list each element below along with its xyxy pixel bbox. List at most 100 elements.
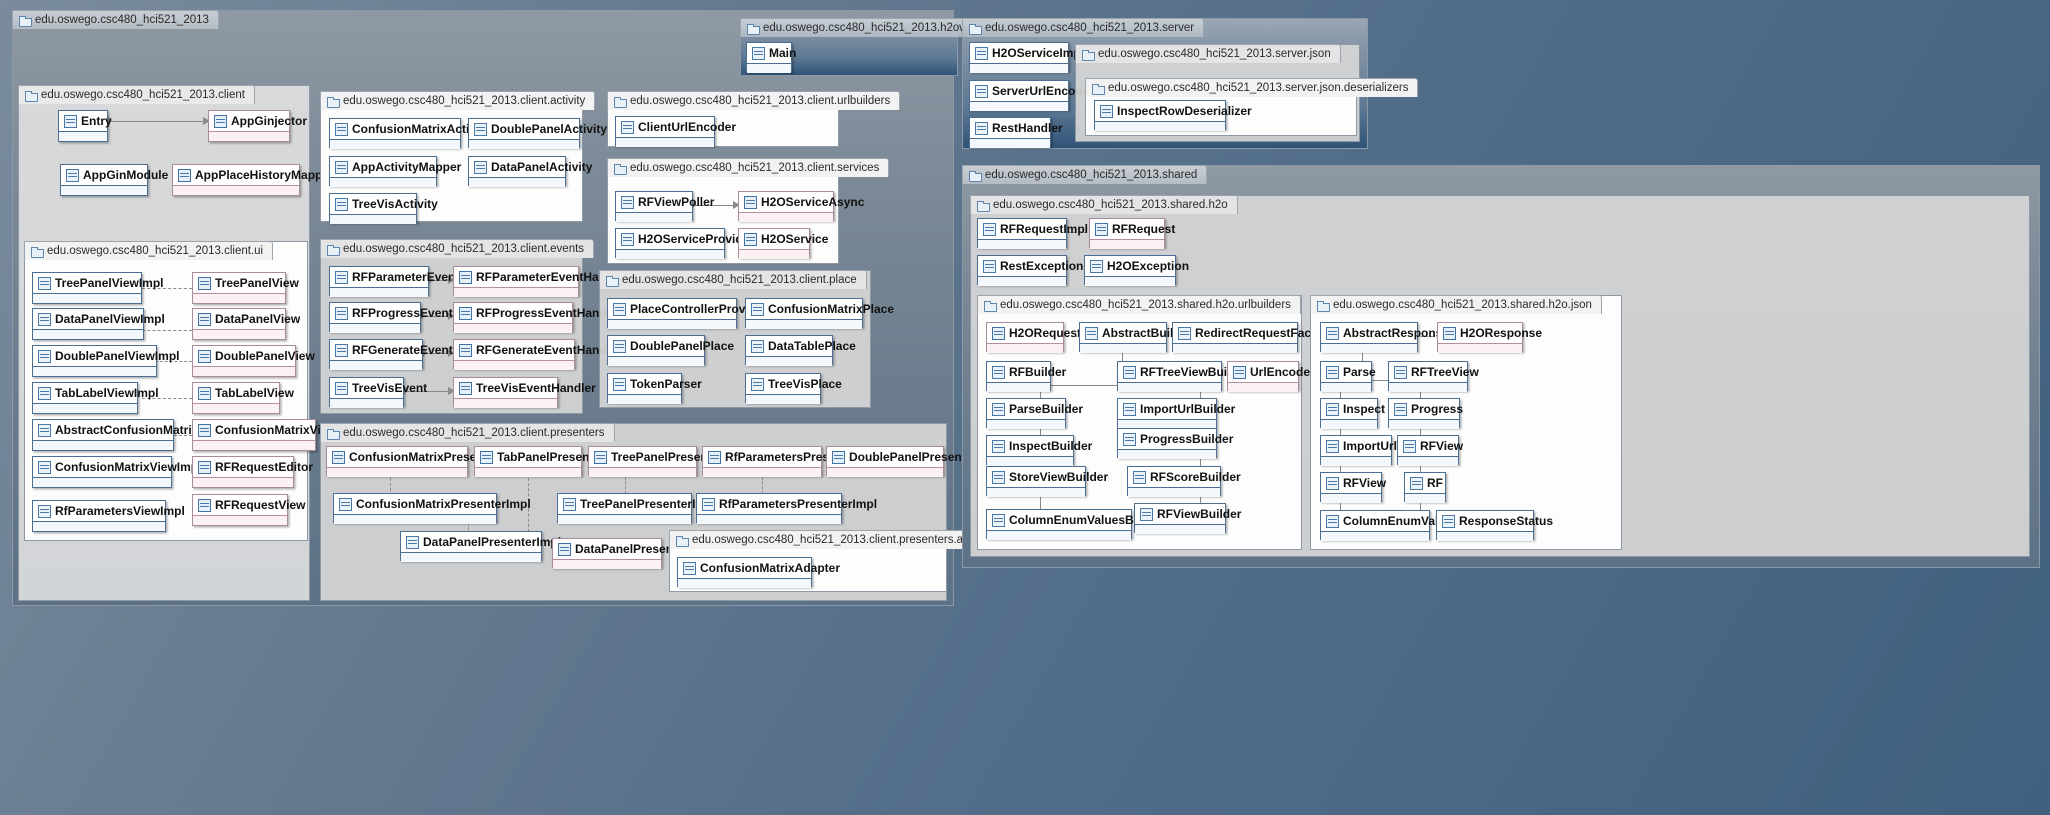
class-datapanelpresenterimpl[interactable]: DataPanelPresenterImpl <box>400 531 561 562</box>
class-name: RF <box>1427 476 1443 490</box>
class-datapanelviewimpl[interactable]: DataPanelViewImpl <box>32 308 165 340</box>
class-columnenumvaluesbuilder[interactable]: ColumnEnumValuesBuilder <box>986 509 1166 540</box>
interface-rfrequesteditor[interactable]: RFRequestEditor <box>192 456 313 488</box>
interface-h2orequest[interactable]: H2ORequest <box>986 322 1081 353</box>
interface-treepanelpresenter[interactable]: TreePanelPresenter <box>588 446 723 477</box>
class-redirectrequestfactory[interactable]: RedirectRequestFactory <box>1172 322 1334 353</box>
class-placecontrollerprovider[interactable]: PlaceControllerProvider <box>607 298 767 329</box>
class-columnenumvalues[interactable]: ColumnEnumValues <box>1320 510 1459 541</box>
class-h2oserviceimpl[interactable]: H2OServiceImpl <box>969 42 1084 73</box>
interface-confusionmatrixpresenter[interactable]: ConfusionMatrixPresenter <box>326 446 499 477</box>
class-treevisactivity[interactable]: TreeVisActivity <box>329 193 438 224</box>
class-importurl[interactable]: ImportUrl <box>1320 435 1397 466</box>
class-resthandler[interactable]: RestHandler <box>969 117 1063 148</box>
class-rfviewpoller[interactable]: RFViewPoller <box>615 191 714 222</box>
package-root-label: edu.oswego.csc480_hci521_2013 <box>35 13 209 26</box>
interface-h2oservice[interactable]: H2OService <box>738 228 828 259</box>
class-progress[interactable]: Progress <box>1388 398 1463 429</box>
class-main[interactable]: Main <box>746 42 796 73</box>
class-abstractresponse[interactable]: AbstractResponse <box>1320 322 1449 353</box>
interface-appplacehistorymapper[interactable]: AppPlaceHistoryMapper <box>172 164 334 196</box>
class-appginmodule[interactable]: AppGinModule <box>60 164 168 196</box>
interface-h2oresponse[interactable]: H2OResponse <box>1437 322 1542 353</box>
class-rftreeviewbuilder[interactable]: RFTreeViewBuilder <box>1117 361 1249 392</box>
class-rfparametersviewimpl[interactable]: RfParametersViewImpl <box>32 500 185 532</box>
class-header: RFView <box>1398 436 1463 456</box>
class-treevisevent[interactable]: TreeVisEvent <box>329 377 427 408</box>
interface-doublepanelview[interactable]: DoublePanelView <box>192 345 315 377</box>
class-confusionmatrixadapter[interactable]: ConfusionMatrixAdapter <box>677 557 840 588</box>
folder-icon <box>1082 49 1095 61</box>
class-tablabelviewimpl[interactable]: TabLabelViewImpl <box>32 382 159 414</box>
package-server-tab: edu.oswego.csc480_hci521_2013.server <box>962 18 1205 37</box>
class-clienturlencoder[interactable]: ClientUrlEncoder <box>615 116 736 147</box>
class-abstractconfusionmatrix[interactable]: AbstractConfusionMatrix <box>32 419 198 451</box>
class-confusionmatrixviewimpl[interactable]: ConfusionMatrixViewImpl <box>32 456 201 488</box>
class-rfgenerateevent[interactable]: RFGenerateEvent <box>329 339 453 370</box>
class-rfviewbuilder[interactable]: RFViewBuilder <box>1134 503 1241 534</box>
class-restexception[interactable]: RestException <box>977 255 1083 286</box>
class-inspectbuilder[interactable]: InspectBuilder <box>986 435 1092 466</box>
class-icon <box>752 46 765 60</box>
class-treepanelpresenterimpl[interactable]: TreePanelPresenterImpl <box>557 493 717 524</box>
interface-icon <box>594 450 607 464</box>
class-tokenparser[interactable]: TokenParser <box>607 373 702 404</box>
class-datatableplace[interactable]: DataTablePlace <box>745 335 856 366</box>
interface-treepanelview[interactable]: TreePanelView <box>192 272 299 304</box>
uml-diagram-canvas: edu.oswego.csc480_hci521_2013 edu.oswego… <box>0 0 2050 815</box>
class-rf[interactable]: RF <box>1404 472 1446 503</box>
class-h2oserviceprovider[interactable]: H2OServiceProvider <box>615 228 754 259</box>
class-serverurlencoder[interactable]: ServerUrlEncoder <box>969 80 1094 111</box>
class-responsestatus[interactable]: ResponseStatus <box>1436 510 1553 541</box>
class-entry[interactable]: Entry <box>58 110 112 142</box>
class-confusionmatrixpresenterimpl[interactable]: ConfusionMatrixPresenterImpl <box>333 493 531 524</box>
class-h2oexception[interactable]: H2OException <box>1084 255 1189 286</box>
interface-h2oserviceasync[interactable]: H2OServiceAsync <box>738 191 864 222</box>
class-rfprogressevent[interactable]: RFProgressEvent <box>329 302 453 333</box>
class-rfbuilder[interactable]: RFBuilder <box>986 361 1066 392</box>
class-appactivitymapper[interactable]: AppActivityMapper <box>329 156 461 187</box>
interface-rfparametereventhandler[interactable]: RFParameterEventHandler <box>453 266 628 297</box>
class-inspectrowdeserializer[interactable]: InspectRowDeserializer <box>1094 100 1252 131</box>
interface-rfparameterspresenter[interactable]: RfParametersPresenter <box>702 446 858 477</box>
class-treepanelviewimpl[interactable]: TreePanelViewImpl <box>32 272 164 304</box>
class-parsebuilder[interactable]: ParseBuilder <box>986 398 1083 429</box>
interface-datapanelview[interactable]: DataPanelView <box>192 308 300 340</box>
interface-tablabelview[interactable]: TabLabelView <box>192 382 294 414</box>
interface-rfrequest[interactable]: RFRequest <box>1089 218 1175 249</box>
class-confusionmatrixactivity[interactable]: ConfusionMatrixActivity <box>329 118 490 149</box>
interface-confusionmatrixview[interactable]: ConfusionMatrixView <box>192 419 337 451</box>
class-treevisplace[interactable]: TreeVisPlace <box>745 373 842 404</box>
package-shared-h2o-tab: edu.oswego.csc480_hci521_2013.shared.h2o <box>970 195 1238 214</box>
class-doublepanelviewimpl[interactable]: DoublePanelViewImpl <box>32 345 179 377</box>
interface-appginjector[interactable]: AppGinjector <box>208 110 307 142</box>
interface-rfgenerateeventhandler[interactable]: RFGenerateEventHandler <box>453 339 621 370</box>
interface-tabpanelpresenter[interactable]: TabPanelPresenter <box>474 446 605 477</box>
interface-rfprogresseventhandler[interactable]: RFProgressEventHandler <box>453 302 621 333</box>
class-doublepanelplace[interactable]: DoublePanelPlace <box>607 335 734 366</box>
interface-doublepanelpresenter[interactable]: DoublePanelPresenter <box>826 446 977 477</box>
class-inspect[interactable]: Inspect <box>1320 398 1385 429</box>
interface-icon <box>178 168 191 182</box>
class-rfscorebuilder[interactable]: RFScoreBuilder <box>1127 466 1241 497</box>
class-rfrequestimpl[interactable]: RFRequestImpl <box>977 218 1088 249</box>
interface-urlencoder[interactable]: UrlEncoder <box>1227 361 1315 392</box>
class-rfview[interactable]: RFView <box>1397 435 1463 466</box>
class-confusionmatrixplace[interactable]: ConfusionMatrixPlace <box>745 298 894 329</box>
interface-rfrequestview[interactable]: RFRequestView <box>192 494 305 526</box>
class-rfparameterevent[interactable]: RFParameterEvent <box>329 266 459 297</box>
class-parse[interactable]: Parse <box>1320 361 1376 392</box>
compartment <box>978 240 1066 249</box>
class-icon <box>38 423 51 437</box>
class-abstractbuilder[interactable]: AbstractBuilder <box>1079 322 1192 353</box>
class-doublepanelactivity[interactable]: DoublePanelActivity <box>468 118 607 149</box>
class-progressbuilder[interactable]: ProgressBuilder <box>1117 428 1233 459</box>
class-datapanelactivity[interactable]: DataPanelActivity <box>468 156 592 187</box>
class-storeviewbuilder[interactable]: StoreViewBuilder <box>986 466 1108 497</box>
interface-datapanelpresenter[interactable]: DataPanelPresenter <box>552 538 688 569</box>
class-importurlbuilder[interactable]: ImportUrlBuilder <box>1117 398 1235 429</box>
class-rftreeview[interactable]: RFTreeView <box>1388 361 1479 392</box>
class-rfview2[interactable]: RFView <box>1320 472 1386 503</box>
class-rfparameterspresenterimpl[interactable]: RfParametersPresenterImpl <box>696 493 877 524</box>
interface-treeviseventhandler[interactable]: TreeVisEventHandler <box>453 377 596 408</box>
